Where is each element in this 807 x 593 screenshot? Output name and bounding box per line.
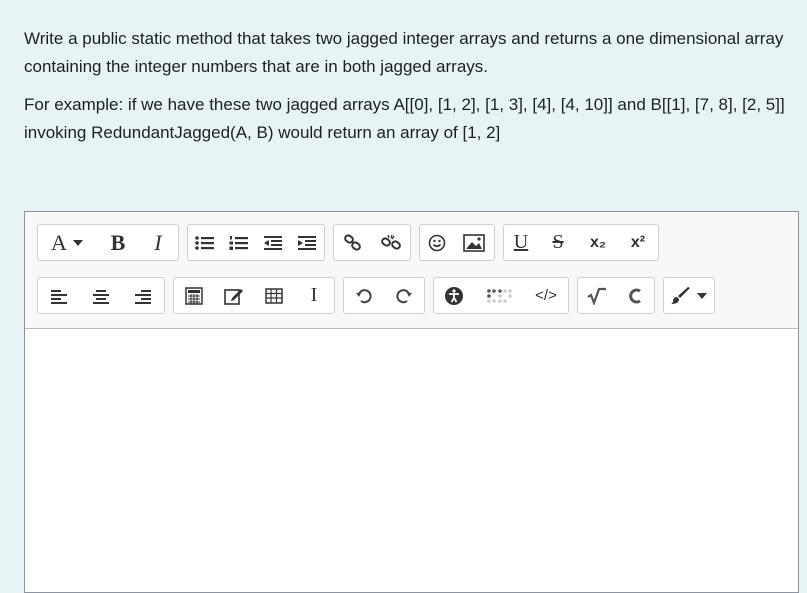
undo-icon: [356, 288, 372, 303]
table-icon: [265, 287, 283, 304]
underline-button[interactable]: U: [504, 225, 538, 260]
subscript-button[interactable]: x₂: [578, 225, 618, 260]
equation-button[interactable]: [174, 278, 214, 313]
align-right-button[interactable]: [122, 278, 164, 313]
undo-button[interactable]: [344, 278, 384, 313]
strikethrough-button[interactable]: S: [538, 225, 578, 260]
bold-button[interactable]: B: [98, 225, 138, 260]
media-group: [419, 224, 495, 261]
unlink-icon: [381, 234, 401, 250]
screenreader-helper-button[interactable]: [474, 278, 524, 313]
italic-icon: I: [154, 229, 162, 255]
question-paragraph-2: For example: if we have these two jagged…: [24, 95, 785, 142]
chemistry-button[interactable]: [616, 278, 654, 313]
toolbar-row-2: I </>: [37, 277, 715, 314]
html-button[interactable]: </>: [524, 278, 568, 313]
paintbrush-icon: [671, 286, 690, 304]
indent-button[interactable]: [290, 225, 324, 260]
text-style-group: A B I: [37, 224, 179, 261]
math-group: [577, 277, 655, 314]
smiley-icon: [428, 234, 446, 251]
html-icon: </>: [535, 287, 557, 304]
strikethrough-icon: S: [552, 231, 564, 253]
accessibility-group: </>: [433, 277, 569, 314]
align-group: [37, 277, 165, 314]
question-paragraph-1: Write a public static method that takes …: [24, 29, 784, 76]
align-center-button[interactable]: [80, 278, 122, 313]
rich-text-editor: A B I U S x₂ x² I </>: [24, 211, 799, 593]
unordered-list-button[interactable]: [188, 225, 222, 260]
accessibility-icon: [445, 286, 463, 305]
superscript-button[interactable]: x²: [618, 225, 658, 260]
editor-content-area[interactable]: [25, 329, 798, 591]
bold-icon: B: [110, 229, 126, 255]
redo-icon: [396, 288, 412, 303]
clear-formatting-button[interactable]: I: [294, 278, 334, 313]
align-left-button[interactable]: [38, 278, 80, 313]
chemistry-icon: [629, 288, 641, 303]
align-center-icon: [93, 289, 109, 304]
editor-toolbar: A B I U S x₂ x² I </>: [25, 212, 798, 329]
align-left-icon: [51, 289, 67, 304]
table-button[interactable]: [254, 278, 294, 313]
ordered-list-button[interactable]: [222, 225, 256, 260]
indent-icon: [298, 235, 316, 250]
align-right-icon: [135, 289, 151, 304]
accessibility-checker-button[interactable]: [434, 278, 474, 313]
braille-icon: [487, 288, 512, 303]
image-icon: [463, 233, 485, 252]
chevron-down-icon: [697, 292, 707, 299]
link-group: [333, 224, 411, 261]
superscript-icon: x²: [630, 233, 646, 251]
emoticon-button[interactable]: [420, 225, 454, 260]
list-group: [187, 224, 325, 261]
redo-button[interactable]: [384, 278, 424, 313]
subscript-icon: x₂: [589, 233, 606, 251]
calculator-icon: [185, 286, 203, 305]
underline-icon: U: [513, 231, 529, 253]
font-size-icon: A: [51, 229, 67, 255]
color-group: [663, 277, 715, 314]
cursor-icon: I: [310, 284, 318, 306]
font-size-button[interactable]: A: [38, 225, 98, 260]
link-icon: [344, 233, 361, 251]
script-group: U S x₂ x²: [503, 224, 659, 261]
edit-icon: [224, 288, 243, 305]
chevron-down-icon: [72, 239, 83, 246]
outdent-button[interactable]: [256, 225, 290, 260]
italic-button[interactable]: I: [138, 225, 178, 260]
history-group: [343, 277, 425, 314]
manage-files-button[interactable]: [214, 278, 254, 313]
numbered-list-icon: [229, 235, 248, 250]
question-text: Write a public static method that takes …: [24, 25, 799, 157]
bullet-list-icon: [195, 235, 214, 250]
outdent-icon: [264, 235, 282, 250]
image-button[interactable]: [454, 225, 494, 260]
math-button[interactable]: [578, 278, 616, 313]
unlink-button[interactable]: [372, 225, 410, 260]
text-color-button[interactable]: [664, 278, 714, 313]
square-root-icon: [587, 287, 606, 305]
insert-group: I: [173, 277, 335, 314]
toolbar-row-1: A B I U S x₂ x²: [37, 224, 659, 261]
link-button[interactable]: [334, 225, 372, 260]
